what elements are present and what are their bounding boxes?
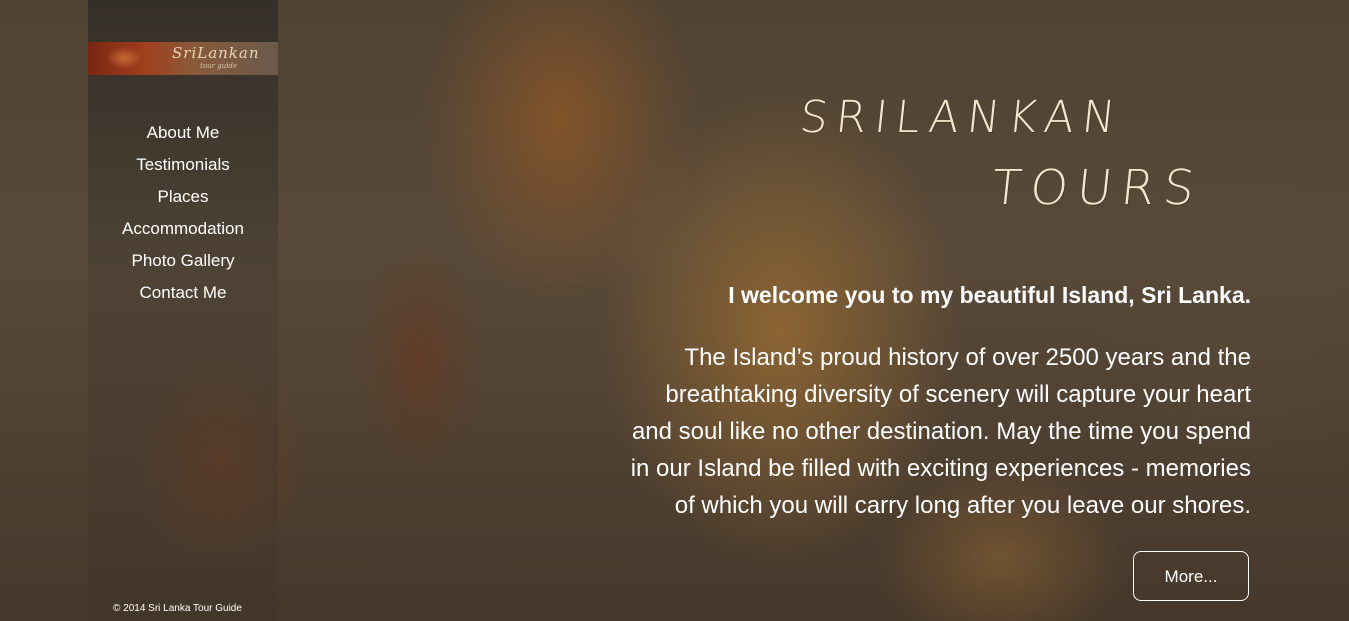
more-button[interactable]: More...: [1133, 551, 1249, 601]
copyright-text: © 2014 Sri Lanka Tour Guide: [113, 603, 242, 614]
intro-line: breathtaking diversity of scenery will c…: [665, 381, 1251, 408]
nav-item-places[interactable]: Places: [88, 184, 278, 216]
brand-logotype: SRILANKAN TOURS: [797, 92, 1220, 222]
welcome-heading: I welcome you to my beautiful Island, Sr…: [728, 282, 1251, 308]
brand-line-2: TOURS: [989, 160, 1207, 216]
logo-face-image: [94, 44, 154, 73]
intro-line: in our Island be filled with exciting ex…: [630, 455, 1251, 482]
nav-item-about-me[interactable]: About Me: [88, 120, 278, 152]
sidebar: SriLankan tour guide About Me Testimonia…: [88, 0, 278, 621]
intro-paragraph: The Island’s proud history of over 2500 …: [571, 339, 1251, 524]
site-logo[interactable]: SriLankan tour guide: [88, 42, 278, 75]
intro-line: The Island’s proud history of over 2500 …: [684, 344, 1251, 371]
nav-item-accommodation[interactable]: Accommodation: [88, 216, 278, 248]
logo-subtitle: tour guide: [200, 62, 237, 70]
intro-line: and soul like no other destination. May …: [631, 418, 1251, 445]
nav-item-photo-gallery[interactable]: Photo Gallery: [88, 248, 278, 280]
main-nav: About Me Testimonials Places Accommodati…: [88, 120, 278, 312]
nav-item-contact-me[interactable]: Contact Me: [88, 280, 278, 312]
logo-title: SriLankan: [172, 44, 260, 62]
brand-line-1: SRILANKAN: [797, 92, 1126, 143]
intro-line: of which you will carry long after you l…: [674, 492, 1251, 519]
nav-item-testimonials[interactable]: Testimonials: [88, 152, 278, 184]
page-background: SriLankan tour guide About Me Testimonia…: [0, 0, 1349, 621]
